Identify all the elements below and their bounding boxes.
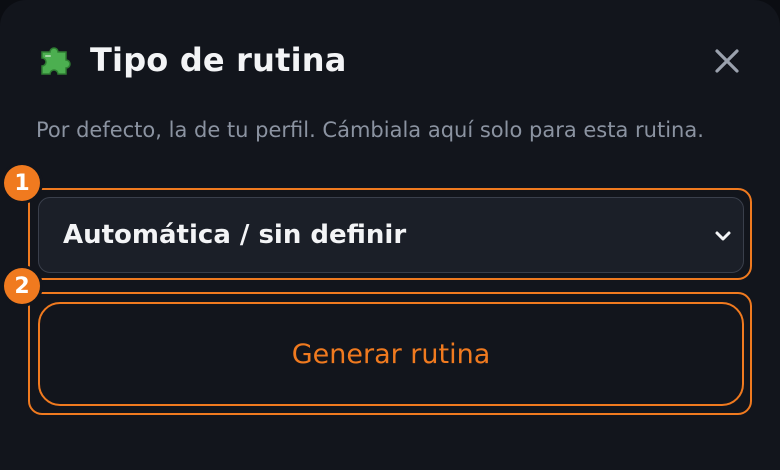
step-marker-1: 1 <box>4 165 40 201</box>
dialog-header: Tipo de rutina <box>36 40 347 80</box>
generate-routine-label: Generar rutina <box>291 338 491 370</box>
step-marker-2: 2 <box>4 268 40 304</box>
chevron-down-icon <box>713 226 733 246</box>
generate-routine-button[interactable]: Generar rutina <box>38 302 744 406</box>
close-icon <box>715 49 739 73</box>
dialog-description: Por defecto, la de tu perfil. Cámbiala a… <box>36 118 704 142</box>
puzzle-piece-icon <box>36 40 76 80</box>
routine-type-selected-value: Automática / sin definir <box>63 220 407 250</box>
close-button[interactable] <box>712 46 742 76</box>
routine-type-dialog: Tipo de rutina Por defecto, la de tu per… <box>0 0 780 470</box>
routine-type-select[interactable]: Automática / sin definir <box>38 197 744 273</box>
dialog-title: Tipo de rutina <box>90 41 347 79</box>
